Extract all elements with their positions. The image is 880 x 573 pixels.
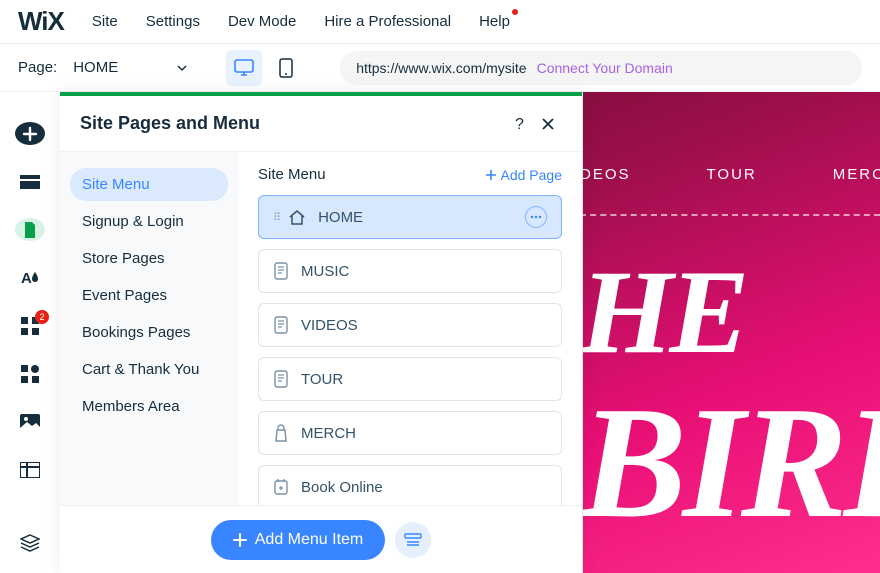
notification-dot-icon <box>512 9 518 15</box>
add-page-button[interactable]: Add Page <box>485 167 563 183</box>
mobile-icon <box>279 58 293 78</box>
pages-menu-button[interactable] <box>15 218 45 241</box>
menu-layout-icon <box>404 533 422 547</box>
question-icon: ? <box>513 115 527 133</box>
shop-icon <box>273 424 289 442</box>
layers-icon <box>20 534 40 552</box>
desktop-icon <box>233 58 255 78</box>
page-item-label: HOME <box>318 209 363 226</box>
pages-panel: Site Pages and Menu ? Site Menu Signup &… <box>60 92 583 573</box>
panel-categories: Site Menu Signup & Login Store Pages Eve… <box>60 152 238 505</box>
cat-event-pages[interactable]: Event Pages <box>70 279 228 312</box>
panel-right: Site Menu Add Page ⠿ HOME <box>238 152 582 505</box>
section-icon <box>20 175 40 189</box>
desktop-view-button[interactable] <box>226 50 262 86</box>
canvas-nav: DEOS TOUR MERCH <box>580 166 880 183</box>
panel-help-button[interactable]: ? <box>506 110 534 138</box>
menu-settings[interactable]: Settings <box>146 13 200 30</box>
panel-header: Site Pages and Menu ? <box>60 96 582 152</box>
menu-help[interactable]: Help <box>479 13 510 30</box>
page-list-title: Site Menu <box>258 166 485 183</box>
svg-text:?: ? <box>515 116 524 133</box>
cat-signup-login[interactable]: Signup & Login <box>70 205 228 238</box>
drag-handle-icon[interactable]: ⠿ <box>273 211 280 224</box>
page-label: Page: <box>18 59 57 76</box>
page-item-book-online[interactable]: Book Online <box>258 465 562 505</box>
page-dropdown-value: HOME <box>73 59 118 76</box>
menu-hire-pro[interactable]: Hire a Professional <box>324 13 451 30</box>
home-icon <box>288 209 306 225</box>
image-icon <box>20 414 40 430</box>
cat-bookings-pages[interactable]: Bookings Pages <box>70 316 228 349</box>
page-icon <box>273 262 289 280</box>
calendar-plus-icon <box>273 478 289 496</box>
page-item-music[interactable]: MUSIC <box>258 249 562 293</box>
canvas-divider <box>580 214 880 216</box>
page-bar: Page: HOME https://www.wix.com/mysite Co… <box>0 44 880 92</box>
plus-icon <box>233 533 247 547</box>
ellipsis-icon <box>530 215 542 219</box>
layers-button[interactable] <box>15 532 45 555</box>
page-item-label: MERCH <box>301 425 356 442</box>
page-more-button[interactable] <box>525 206 547 228</box>
cat-members-area[interactable]: Members Area <box>70 390 228 423</box>
badge-count: 2 <box>35 310 49 324</box>
page-item-label: TOUR <box>301 371 343 388</box>
url-bar: https://www.wix.com/mysite Connect Your … <box>340 51 862 85</box>
tool-rail: A 2 <box>0 92 60 573</box>
panel-footer: Add Menu Item <box>60 505 582 573</box>
cat-site-menu[interactable]: Site Menu <box>70 168 228 201</box>
menu-site[interactable]: Site <box>92 13 118 30</box>
add-element-button[interactable] <box>15 122 45 145</box>
wix-logo: WiX <box>18 6 64 37</box>
canvas-nav-item[interactable]: MERCH <box>833 166 880 183</box>
page-item-videos[interactable]: VIDEOS <box>258 303 562 347</box>
top-menubar: WiX Site Settings Dev Mode Hire a Profes… <box>0 0 880 44</box>
device-switcher <box>226 50 304 86</box>
page-item-label: MUSIC <box>301 263 349 280</box>
my-business-button[interactable] <box>15 363 45 386</box>
menu-help-label: Help <box>479 13 510 30</box>
plus-icon <box>22 126 38 142</box>
plus-icon <box>485 169 497 181</box>
sections-button[interactable] <box>15 170 45 193</box>
panel-close-button[interactable] <box>534 110 562 138</box>
page-icon <box>273 316 289 334</box>
page-item-merch[interactable]: MERCH <box>258 411 562 455</box>
design-button[interactable]: A <box>15 266 45 289</box>
add-menu-item-label: Add Menu Item <box>255 531 364 549</box>
connect-domain-link[interactable]: Connect Your Domain <box>537 60 673 76</box>
page-icon <box>22 221 38 239</box>
cat-cart-thankyou[interactable]: Cart & Thank You <box>70 353 228 386</box>
page-icon <box>273 370 289 388</box>
add-page-label: Add Page <box>501 167 563 183</box>
workspace: DEOS TOUR MERCH HE BIRDS A 2 <box>0 92 880 573</box>
table-icon <box>20 462 40 478</box>
page-item-label: VIDEOS <box>301 317 358 334</box>
puzzle-icon <box>20 364 40 384</box>
svg-text:A: A <box>21 270 32 287</box>
hero-text-1: HE <box>580 252 745 372</box>
page-dropdown[interactable]: HOME <box>67 55 194 80</box>
canvas-nav-item[interactable]: TOUR <box>707 166 757 183</box>
canvas-nav-item[interactable]: DEOS <box>580 166 631 183</box>
drop-text-icon: A <box>21 268 39 288</box>
mobile-view-button[interactable] <box>268 50 304 86</box>
menu-dev-mode[interactable]: Dev Mode <box>228 13 296 30</box>
close-icon <box>541 117 555 131</box>
chevron-down-icon <box>176 62 188 74</box>
cat-store-pages[interactable]: Store Pages <box>70 242 228 275</box>
page-list: ⠿ HOME MUSIC VIDEOS <box>258 195 562 505</box>
media-button[interactable] <box>15 411 45 434</box>
panel-title: Site Pages and Menu <box>80 113 506 134</box>
app-market-button[interactable]: 2 <box>15 314 45 337</box>
page-item-label: Book Online <box>301 479 383 496</box>
page-item-tour[interactable]: TOUR <box>258 357 562 401</box>
menu-settings-button[interactable] <box>395 522 431 558</box>
hero-text-2: BIRDS <box>580 382 880 542</box>
url-text: https://www.wix.com/mysite <box>356 60 526 76</box>
content-manager-button[interactable] <box>15 459 45 482</box>
add-menu-item-button[interactable]: Add Menu Item <box>211 520 386 560</box>
page-item-home[interactable]: ⠿ HOME <box>258 195 562 239</box>
